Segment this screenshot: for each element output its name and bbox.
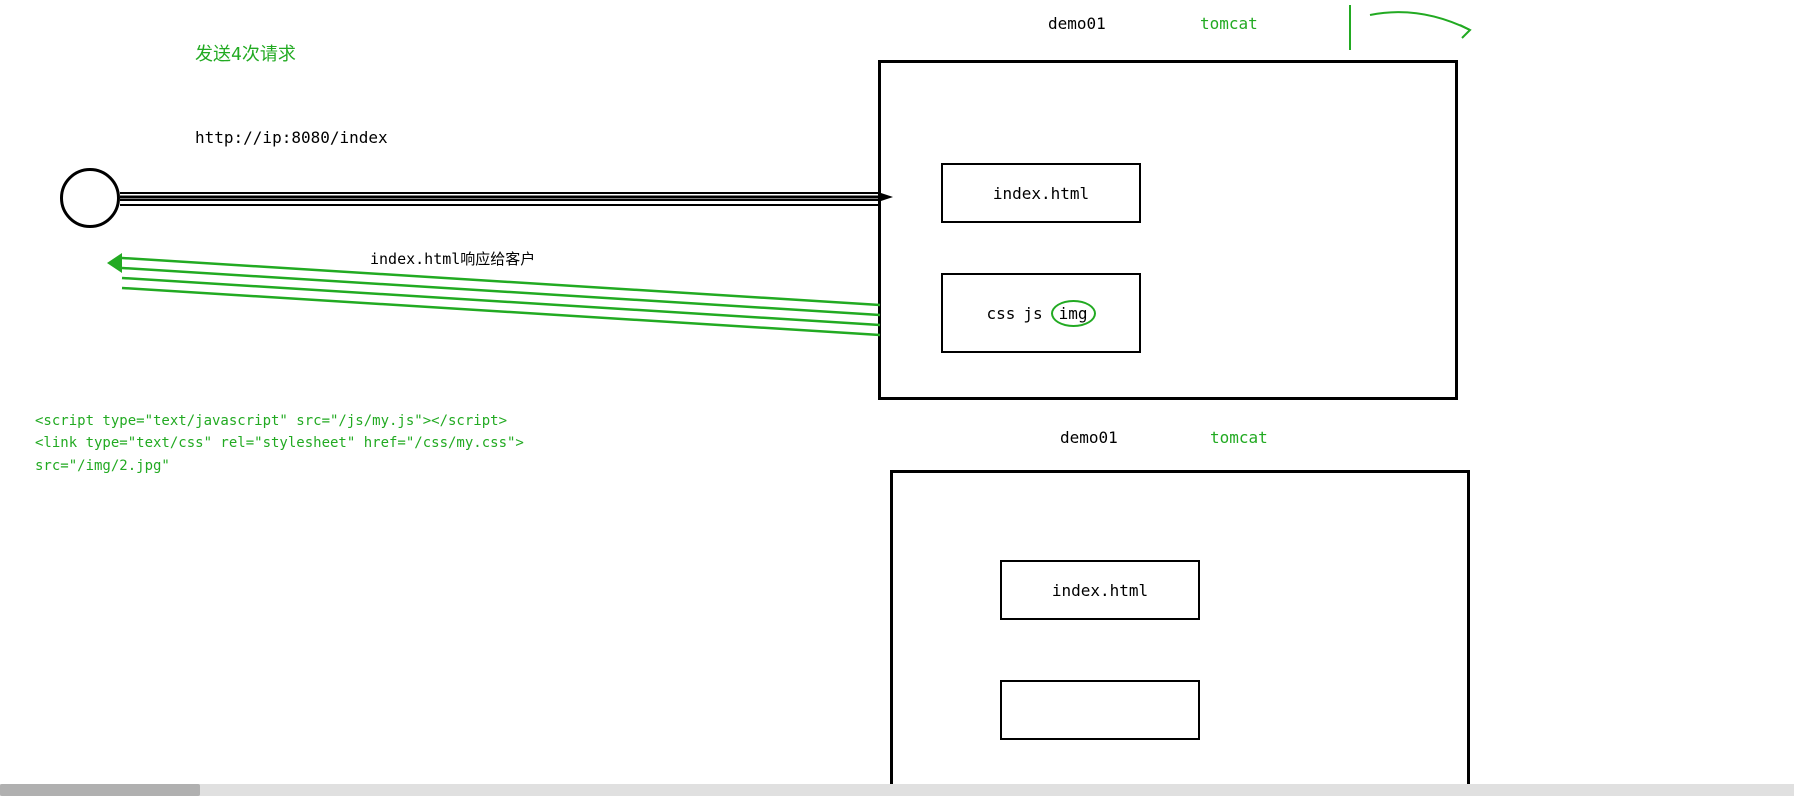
index-html-label-top: index.html bbox=[993, 184, 1089, 203]
url-label: http://ip:8080/index bbox=[195, 128, 388, 147]
css-label: css bbox=[986, 304, 1015, 323]
response-label: index.html响应给客户 bbox=[370, 248, 535, 269]
js-label: js bbox=[1023, 304, 1042, 323]
client-browser-icon bbox=[60, 168, 120, 228]
index-html-box-top: index.html bbox=[941, 163, 1141, 223]
scrollbar[interactable] bbox=[0, 784, 1794, 796]
css-js-img-box-bottom bbox=[1000, 680, 1200, 740]
img-label: img bbox=[1051, 300, 1096, 327]
server-box-top: index.html css js img bbox=[878, 60, 1458, 400]
code-line-1: <script type="text/javascript" src="/js/… bbox=[35, 410, 524, 432]
server-box-bottom bbox=[890, 470, 1470, 790]
demo01-label-bottom: demo01 bbox=[1060, 428, 1118, 447]
send-requests-label: 发送4次请求 bbox=[195, 40, 296, 66]
index-html-box-bottom: index.html bbox=[1000, 560, 1200, 620]
tomcat-label-top: tomcat bbox=[1200, 14, 1258, 33]
css-js-img-box-top: css js img bbox=[941, 273, 1141, 353]
code-line-3: src="/img/2.jpg" bbox=[35, 455, 524, 477]
code-block: <script type="text/javascript" src="/js/… bbox=[35, 410, 524, 477]
tomcat-label-bottom: tomcat bbox=[1210, 428, 1268, 447]
demo01-label-top: demo01 bbox=[1048, 14, 1106, 33]
tomcat-arrow-top-icon bbox=[1290, 0, 1490, 60]
code-line-2: <link type="text/css" rel="stylesheet" h… bbox=[35, 432, 524, 454]
scrollbar-thumb[interactable] bbox=[0, 784, 200, 796]
index-html-label-bottom: index.html bbox=[1052, 581, 1148, 600]
